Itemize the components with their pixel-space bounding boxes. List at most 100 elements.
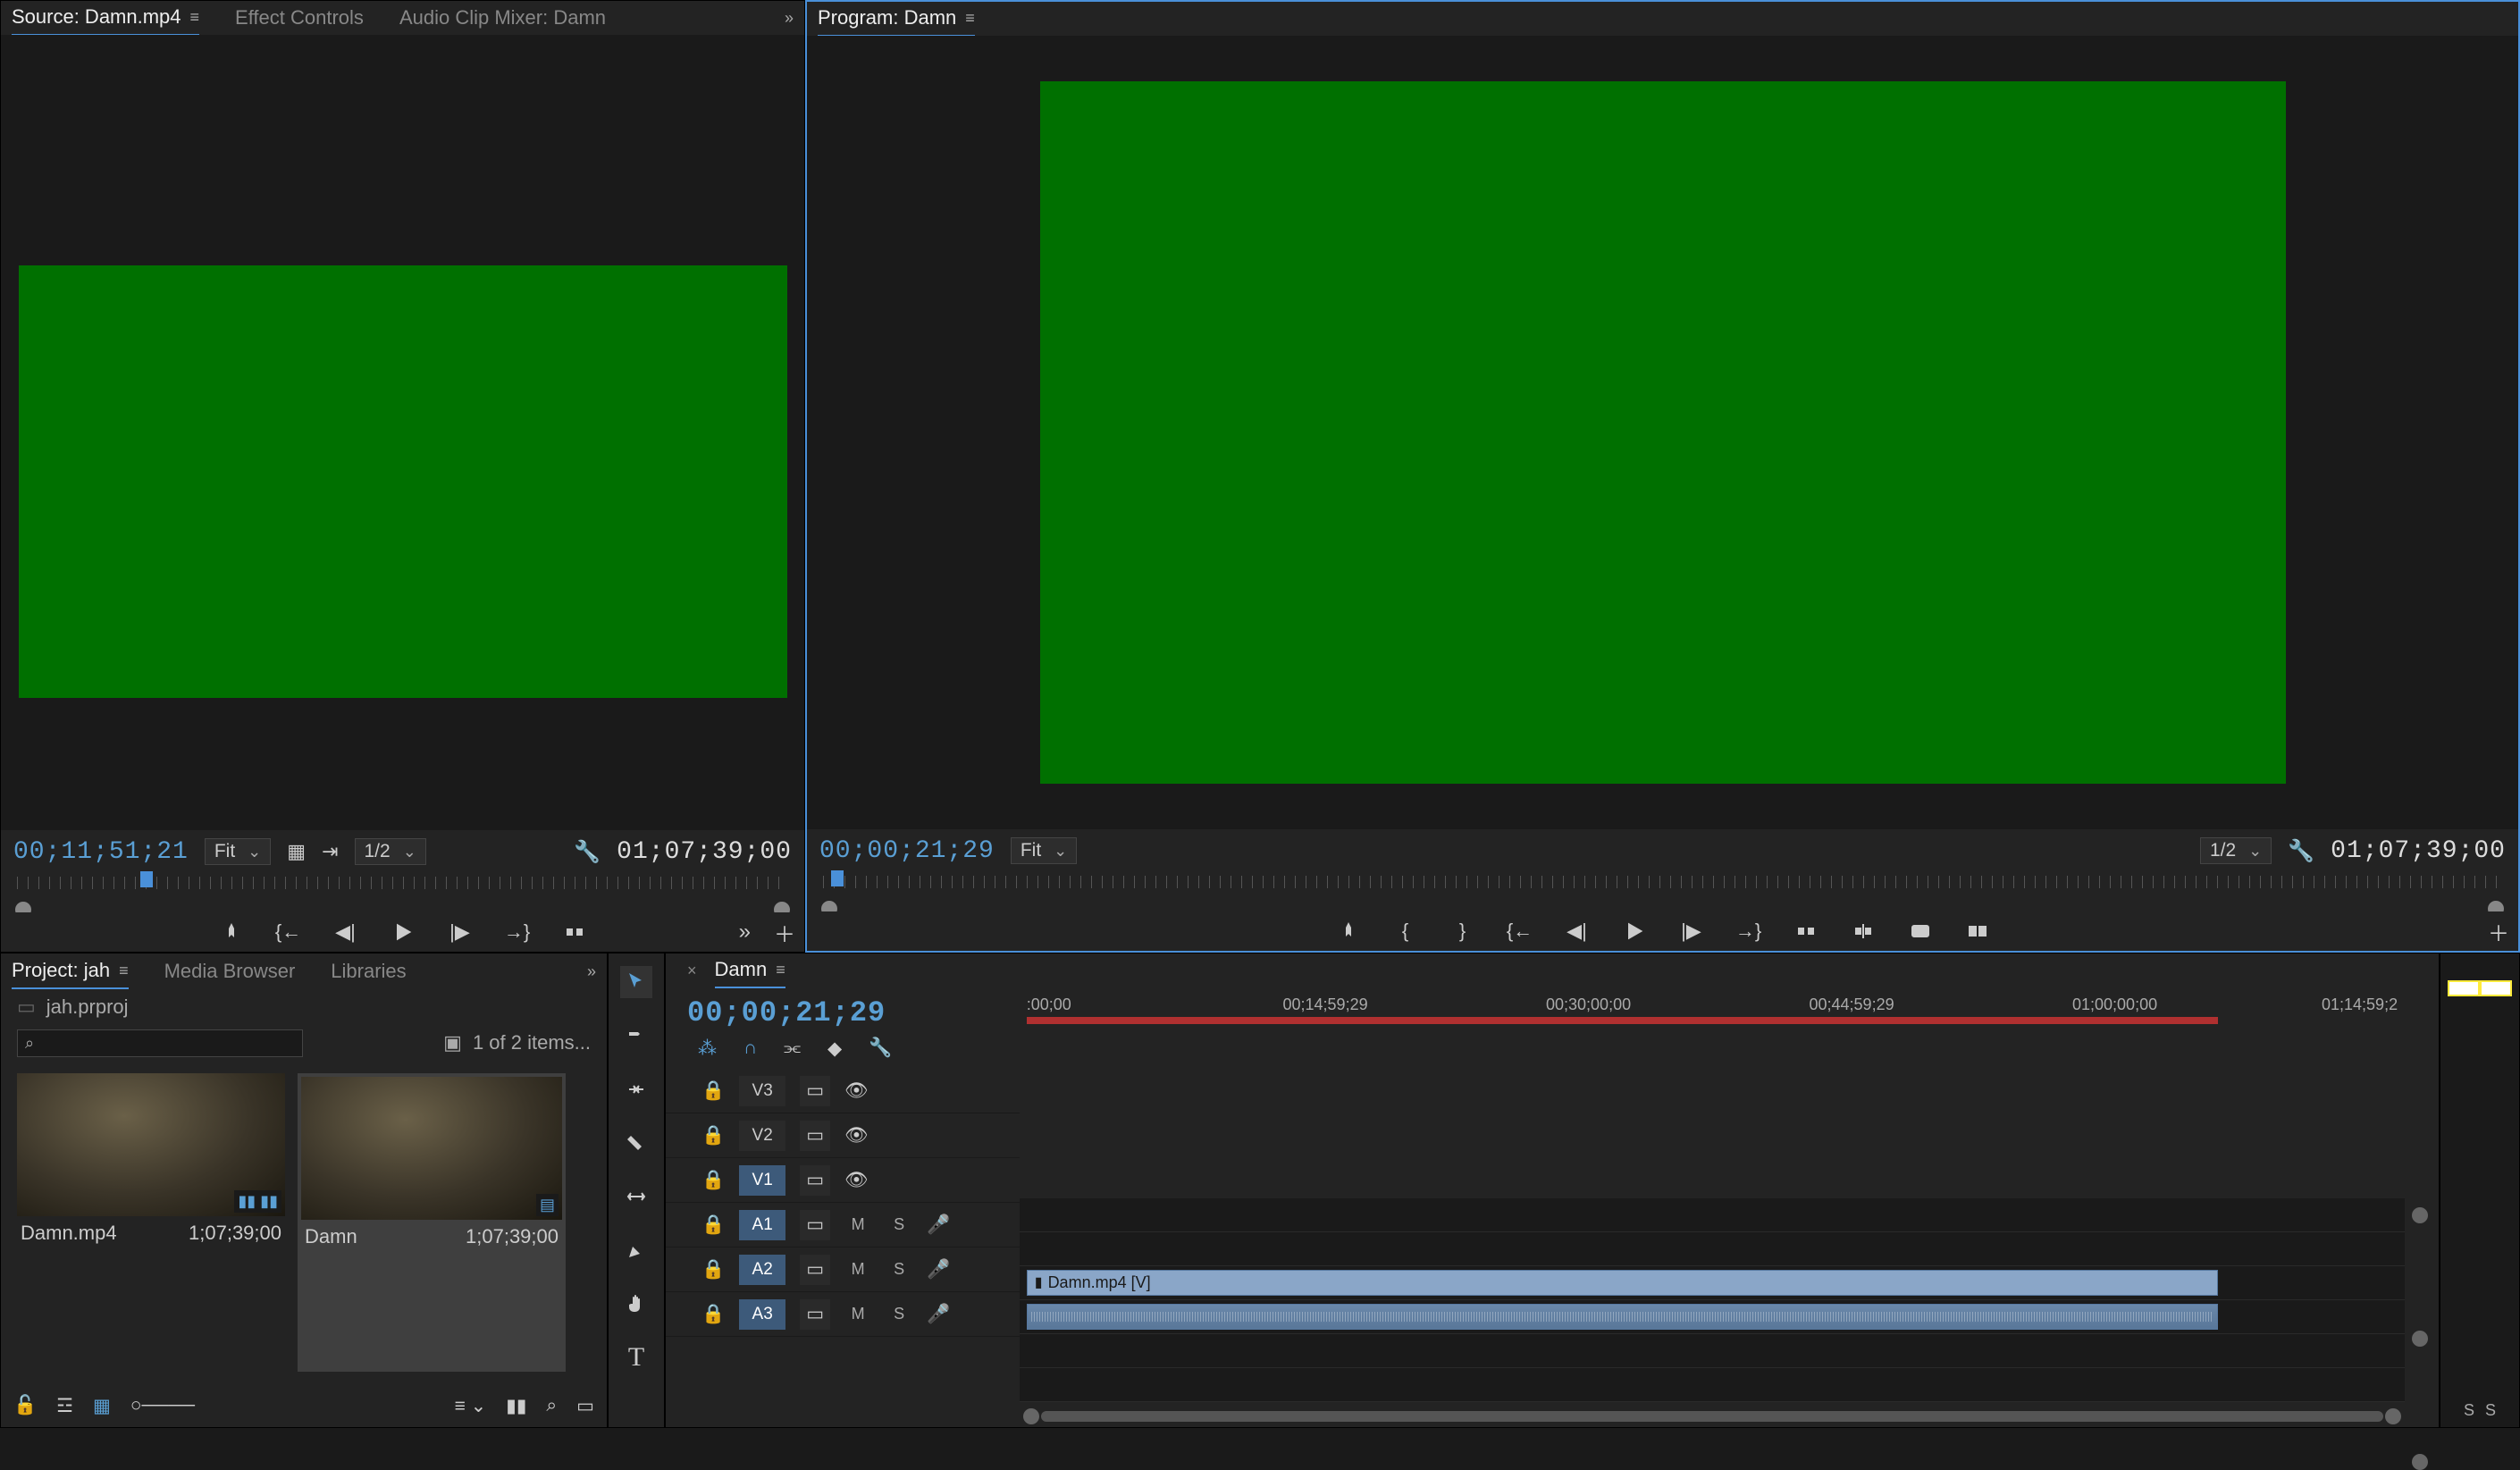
scroll-thumb[interactable] bbox=[1041, 1411, 2383, 1422]
write-lock-icon[interactable]: 🔓 bbox=[13, 1395, 37, 1416]
mute-button[interactable]: M bbox=[844, 1212, 871, 1239]
tab-sequence[interactable]: Damn ≡ bbox=[715, 953, 785, 988]
tab-effect-controls[interactable]: Effect Controls bbox=[235, 1, 364, 35]
track-select-tool[interactable] bbox=[620, 1020, 652, 1052]
icon-view-icon[interactable]: ▦ bbox=[93, 1395, 111, 1417]
eye-icon[interactable]: 👁 bbox=[844, 1080, 869, 1102]
razor-tool[interactable] bbox=[620, 1127, 652, 1159]
insert-mode-icon[interactable]: ⁂ bbox=[698, 1037, 717, 1060]
timeline-settings-icon[interactable]: 🔧 bbox=[869, 1037, 892, 1060]
overflow-icon[interactable]: » bbox=[587, 962, 596, 981]
track-label[interactable]: V2 bbox=[739, 1121, 785, 1151]
audio-clip[interactable] bbox=[1027, 1304, 2218, 1330]
tab-libraries[interactable]: Libraries bbox=[331, 954, 406, 988]
track-label[interactable]: A1 bbox=[739, 1210, 785, 1240]
lock-icon[interactable]: 🔒 bbox=[701, 1080, 725, 1102]
new-bin-icon[interactable]: ▭ bbox=[576, 1395, 594, 1417]
hand-tool[interactable] bbox=[620, 1288, 652, 1320]
linked-selection-icon[interactable]: ⫘ bbox=[784, 1037, 801, 1060]
hamburger-icon[interactable]: ≡ bbox=[119, 962, 129, 980]
play-button[interactable] bbox=[391, 920, 416, 945]
mute-button[interactable]: M bbox=[844, 1301, 871, 1328]
pen-tool[interactable] bbox=[620, 1234, 652, 1266]
source-playhead[interactable] bbox=[140, 871, 153, 887]
auto-sequence-icon[interactable]: ▮▮ bbox=[506, 1395, 526, 1417]
lock-icon[interactable]: 🔒 bbox=[701, 1259, 725, 1281]
add-marker-button[interactable] bbox=[219, 920, 244, 945]
step-back-button[interactable]: ◀| bbox=[333, 920, 358, 945]
track-a3-content[interactable] bbox=[1020, 1368, 2405, 1402]
play-button[interactable] bbox=[1622, 919, 1647, 944]
timeline-h-scrollbar[interactable] bbox=[1020, 1406, 2405, 1427]
project-item[interactable]: ▮▮ ▮▮ Damn.mp4 1;07;39;00 bbox=[17, 1073, 285, 1372]
sync-lock-icon[interactable]: ▭ bbox=[800, 1121, 830, 1151]
export-frame-button[interactable] bbox=[1908, 919, 1933, 944]
project-search[interactable]: ⌕ bbox=[17, 1029, 303, 1057]
source-drag-audio-icon[interactable]: ⇥ bbox=[322, 840, 338, 863]
track-header-v2[interactable]: 🔒 V2 ▭ 👁 bbox=[666, 1113, 1020, 1158]
tab-audio-clip-mixer[interactable]: Audio Clip Mixer: Damn bbox=[399, 1, 606, 35]
work-area-bar[interactable] bbox=[1027, 1017, 2218, 1024]
track-header-a3[interactable]: 🔒 A3 ▭ M S 🎤 bbox=[666, 1292, 1020, 1337]
track-label[interactable]: V3 bbox=[739, 1076, 785, 1106]
program-preview[interactable] bbox=[807, 36, 2518, 829]
hamburger-icon[interactable]: ≡ bbox=[776, 961, 785, 979]
sync-lock-icon[interactable]: ▭ bbox=[800, 1255, 830, 1285]
source-current-timecode[interactable]: 00;11;51;21 bbox=[13, 838, 189, 866]
list-view-icon[interactable]: ☲ bbox=[56, 1395, 73, 1417]
lock-icon[interactable]: 🔒 bbox=[701, 1304, 725, 1325]
scroll-handle[interactable] bbox=[2412, 1454, 2428, 1470]
find-icon[interactable]: ⌕ bbox=[546, 1395, 557, 1416]
marker-icon[interactable]: ◆ bbox=[827, 1037, 842, 1060]
extract-button[interactable] bbox=[1851, 919, 1876, 944]
voiceover-icon[interactable]: 🎤 bbox=[927, 1259, 950, 1281]
overflow-icon[interactable]: » bbox=[739, 920, 751, 945]
track-a2-content[interactable] bbox=[1020, 1334, 2405, 1368]
comparison-view-button[interactable] bbox=[1965, 919, 1990, 944]
tab-program[interactable]: Program: Damn ≡ bbox=[818, 1, 975, 37]
close-icon[interactable]: × bbox=[687, 962, 697, 980]
scroll-handle[interactable] bbox=[2412, 1207, 2428, 1223]
lock-icon[interactable]: 🔒 bbox=[701, 1170, 725, 1191]
tab-source[interactable]: Source: Damn.mp4 ≡ bbox=[12, 0, 199, 36]
step-forward-button[interactable]: |▶ bbox=[1679, 919, 1704, 944]
tab-project[interactable]: Project: jah ≡ bbox=[12, 953, 129, 989]
program-current-timecode[interactable]: 00;00;21;29 bbox=[819, 837, 995, 865]
solo-button[interactable]: S bbox=[886, 1212, 912, 1239]
lift-button[interactable] bbox=[1793, 919, 1819, 944]
project-item[interactable]: ▤ Damn 1;07;39;00 bbox=[298, 1073, 566, 1372]
sort-icon[interactable]: ≡ ⌄ bbox=[455, 1395, 487, 1417]
tab-media-browser[interactable]: Media Browser bbox=[164, 954, 296, 988]
solo-button[interactable]: S bbox=[886, 1301, 912, 1328]
track-label[interactable]: A3 bbox=[739, 1299, 785, 1330]
mark-in-button[interactable]: { bbox=[1393, 919, 1418, 944]
program-ruler[interactable] bbox=[807, 872, 2518, 899]
insert-button[interactable] bbox=[562, 920, 587, 945]
track-a1-content[interactable] bbox=[1020, 1300, 2405, 1334]
lock-icon[interactable]: 🔒 bbox=[701, 1125, 725, 1147]
overflow-icon[interactable]: » bbox=[785, 9, 794, 28]
settings-icon[interactable]: 🔧 bbox=[2288, 838, 2314, 864]
track-v2-content[interactable] bbox=[1020, 1232, 2405, 1266]
scroll-handle-right[interactable] bbox=[2385, 1408, 2401, 1424]
button-editor-icon[interactable]: ＋ bbox=[774, 917, 795, 948]
program-res-dropdown[interactable]: 1/2⌄ bbox=[2200, 837, 2272, 864]
hamburger-icon[interactable]: ≡ bbox=[965, 9, 975, 28]
solo-indicator[interactable]: S bbox=[2464, 1401, 2474, 1420]
mark-out-button[interactable]: →} bbox=[505, 920, 530, 945]
zoom-slider[interactable]: ○──── bbox=[130, 1395, 195, 1416]
hamburger-icon[interactable]: ≡ bbox=[190, 8, 200, 27]
program-playhead[interactable] bbox=[831, 870, 844, 886]
settings-icon[interactable]: 🔧 bbox=[574, 839, 601, 865]
track-v1-content[interactable]: ▮Damn.mp4 [V] bbox=[1020, 1266, 2405, 1300]
source-preview[interactable] bbox=[1, 35, 804, 830]
freeform-view-icon[interactable]: ▣ bbox=[443, 1031, 462, 1054]
track-header-v3[interactable]: 🔒 V3 ▭ 👁 bbox=[666, 1069, 1020, 1113]
track-header-v1[interactable]: 🔒 V1 ▭ 👁 bbox=[666, 1158, 1020, 1203]
snap-icon[interactable]: ∩ bbox=[743, 1037, 757, 1060]
lock-icon[interactable]: 🔒 bbox=[701, 1214, 725, 1236]
source-ruler[interactable] bbox=[1, 873, 804, 900]
mark-out-button[interactable]: } bbox=[1450, 919, 1475, 944]
go-to-in-button[interactable]: {← bbox=[1508, 919, 1533, 944]
source-res-dropdown[interactable]: 1/2⌄ bbox=[355, 838, 426, 865]
